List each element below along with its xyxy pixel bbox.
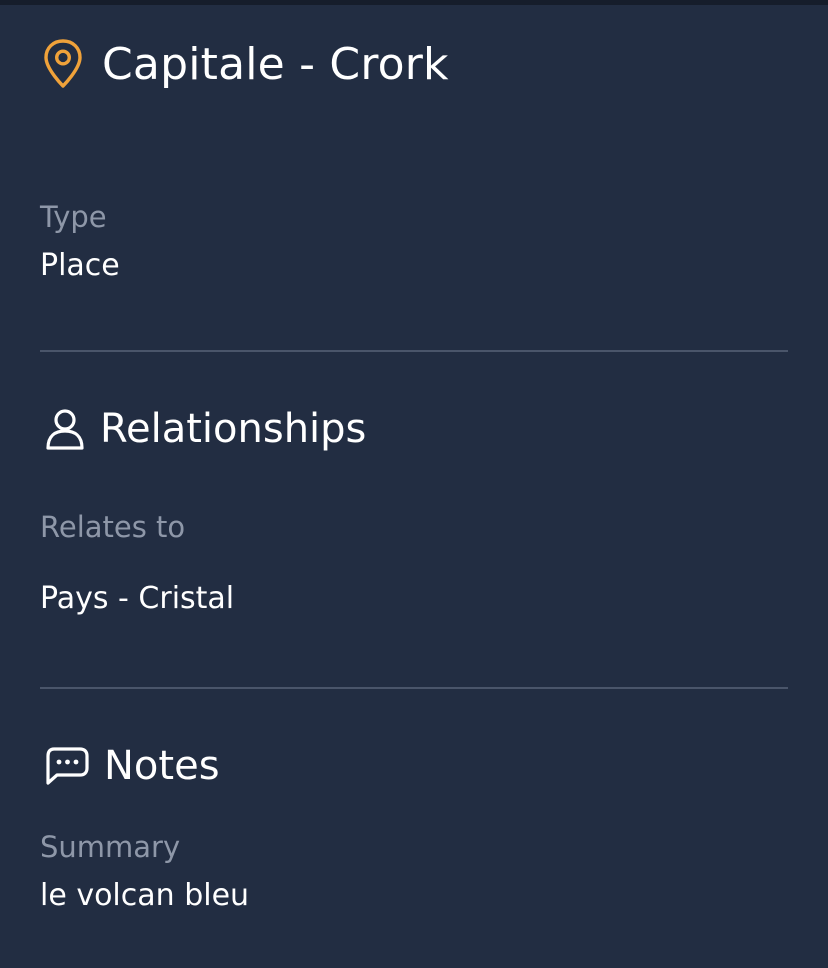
summary-label: Summary xyxy=(40,830,181,864)
chat-bubble-icon xyxy=(46,747,89,785)
section-divider xyxy=(40,687,788,689)
map-pin-icon xyxy=(44,39,82,88)
user-icon xyxy=(46,409,84,450)
relationship-item-link[interactable]: Pays - Cristal xyxy=(40,581,234,616)
notes-title: Notes xyxy=(104,743,220,789)
page-header: Capitale - Crork xyxy=(42,34,449,94)
type-label: Type xyxy=(40,200,107,234)
type-value: Place xyxy=(40,248,120,283)
relationships-title: Relationships xyxy=(100,406,367,452)
notes-heading: Notes xyxy=(44,741,220,791)
relates-to-label: Relates to xyxy=(40,510,186,544)
top-edge-strip xyxy=(0,0,828,5)
relationships-heading: Relationships xyxy=(44,404,366,454)
page-title: Capitale - Crork xyxy=(102,38,449,90)
section-divider xyxy=(40,350,788,352)
summary-value: le volcan bleu xyxy=(40,878,250,913)
